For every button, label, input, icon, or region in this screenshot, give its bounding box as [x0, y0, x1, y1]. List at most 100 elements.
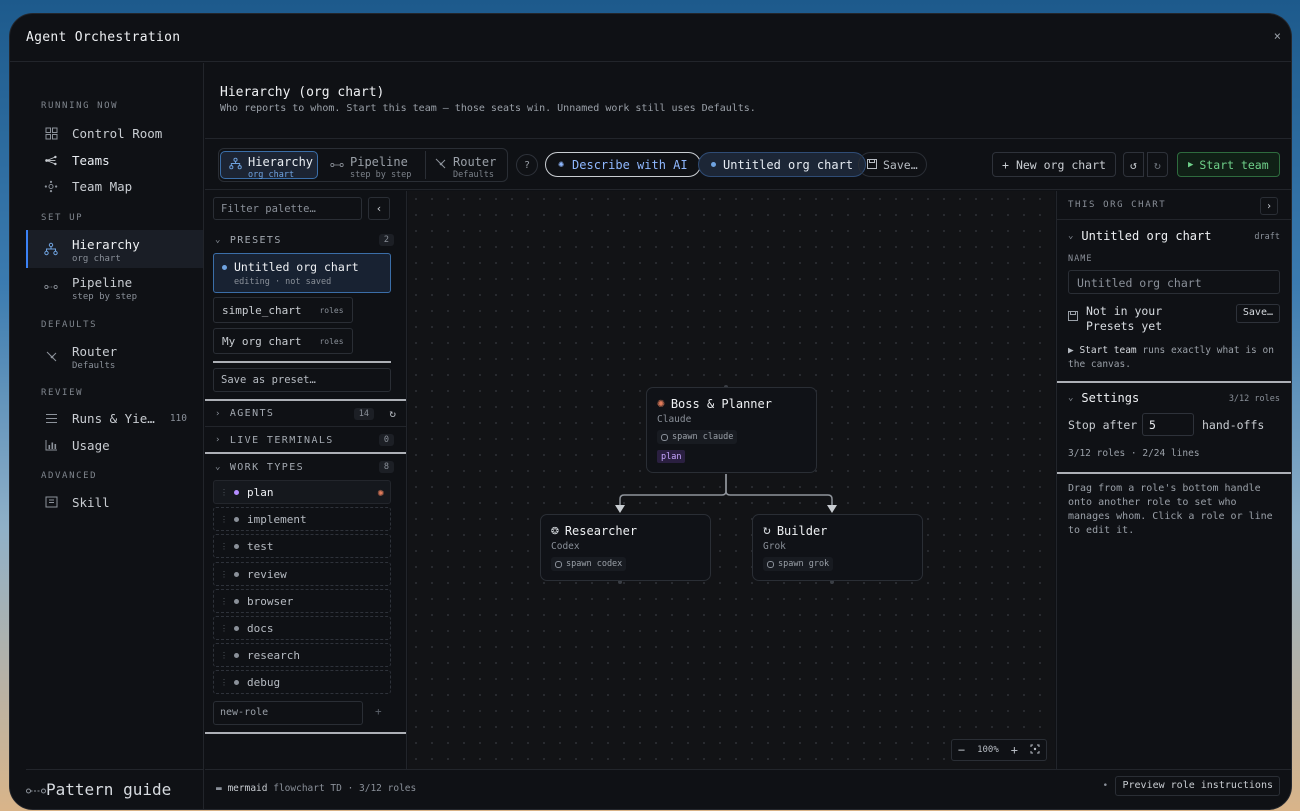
- refresh-icon[interactable]: ↻: [389, 407, 396, 420]
- presets-header[interactable]: ⌄ PRESETS 2: [205, 227, 406, 253]
- edge-arrow: [827, 505, 837, 513]
- sidebar-item-skill[interactable]: Skill: [26, 489, 203, 515]
- work-type-item[interactable]: ⋮ browser: [213, 589, 391, 613]
- work-type-label: browser: [247, 594, 294, 608]
- work-type-item[interactable]: ⋮ test: [213, 534, 391, 558]
- settings-section-header[interactable]: ⌄ Settings: [1068, 391, 1139, 405]
- tab-sublabel: org chart: [248, 169, 295, 180]
- drag-handle-icon[interactable]: ⋮: [220, 542, 228, 551]
- window-title: Agent Orchestration: [26, 30, 181, 45]
- chart-section-header[interactable]: ⌄ Untitled org chart: [1068, 229, 1211, 243]
- flow-label: flowchart TD · 3/12 roles: [273, 783, 417, 794]
- drag-handle-icon[interactable]: ⋮: [220, 488, 228, 497]
- sidebar-item-pipeline[interactable]: Pipeline step by step: [26, 269, 203, 305]
- status-dot: [234, 516, 239, 522]
- role-node-researcher[interactable]: ❂ Researcher Codex spawn codex: [540, 514, 711, 581]
- stop-after-input[interactable]: 5: [1142, 413, 1194, 436]
- zoom-out-button[interactable]: −: [952, 743, 971, 757]
- save-as-preset-button[interactable]: Save as preset…: [213, 368, 391, 392]
- help-button[interactable]: ?: [516, 154, 538, 176]
- pattern-guide-button[interactable]: Pattern guide: [26, 769, 203, 809]
- mode-switcher: Hierarchy org chart Pipeline step by ste…: [218, 148, 508, 182]
- role-node-builder[interactable]: ↻ Builder Grok spawn grok: [752, 514, 923, 581]
- work-type-label: research: [247, 648, 300, 662]
- new-role-input[interactable]: new-role: [213, 701, 363, 725]
- panel-save-button[interactable]: Save…: [1235, 304, 1280, 323]
- new-chart-label: New org chart: [1015, 157, 1106, 172]
- section-advanced: ADVANCED: [41, 471, 98, 481]
- close-icon[interactable]: ×: [1274, 29, 1281, 43]
- filter-palette-input[interactable]: Filter palette…: [213, 197, 362, 220]
- save-button[interactable]: Save…: [858, 152, 927, 177]
- claude-spark-icon: ✺: [377, 485, 384, 499]
- sidebar-item-teams[interactable]: Teams: [26, 147, 203, 173]
- preset-name: Untitled org chart: [234, 260, 359, 274]
- chart-name-label: Untitled org chart: [723, 157, 854, 172]
- edge-arrow: [615, 505, 625, 513]
- work-type-item[interactable]: ⋮ review: [213, 562, 391, 586]
- zoom-level: 100%: [977, 745, 999, 755]
- collapse-panel-button[interactable]: ›: [1260, 197, 1278, 215]
- status-dot: [234, 652, 239, 658]
- work-type-item[interactable]: ⋮ debug: [213, 670, 391, 694]
- pipeline-icon: [44, 280, 58, 294]
- org-chart-canvas[interactable]: ✺ Boss & Planner Claude spawn claude plan…: [408, 191, 1055, 769]
- live-terminals-header[interactable]: › LIVE TERMINALS 0: [205, 427, 406, 453]
- sidebar-item-router[interactable]: Router Defaults: [26, 338, 203, 374]
- preset-item[interactable]: simple_chart roles: [213, 297, 353, 323]
- redo-icon[interactable]: ↻: [1147, 152, 1168, 177]
- sidebar-item-team-map[interactable]: Team Map: [26, 173, 203, 199]
- drag-handle-icon[interactable]: ⋮: [220, 597, 228, 606]
- name-label: NAME: [1068, 254, 1093, 264]
- drag-handle-icon[interactable]: ⋮: [220, 515, 228, 524]
- work-types-header[interactable]: ⌄ WORK TYPES 8: [205, 454, 406, 480]
- work-type-item[interactable]: ⋮ implement: [213, 507, 391, 531]
- settings-roles-count: 3/12 roles: [1228, 394, 1280, 404]
- describe-with-ai-button[interactable]: ✺ Describe with AI: [545, 152, 701, 177]
- undo-icon[interactable]: ↺: [1123, 152, 1144, 177]
- palette-panel: Filter palette… ‹ ⌄ PRESETS 2 Untitled o…: [205, 191, 407, 769]
- hierarchy-icon: [229, 157, 242, 173]
- work-type-tag: plan: [657, 450, 686, 463]
- work-type-item[interactable]: ⋮ research: [213, 643, 391, 667]
- drag-handle-icon[interactable]: ⋮: [220, 678, 228, 687]
- tab-hierarchy[interactable]: Hierarchy org chart: [220, 151, 318, 180]
- divider: [213, 361, 391, 363]
- chart-name-pill[interactable]: Untitled org chart: [698, 152, 867, 177]
- status-dot: [234, 543, 239, 549]
- zoom-in-button[interactable]: +: [1005, 743, 1024, 757]
- sidebar-item-runs[interactable]: Runs & Yie… 110: [26, 405, 203, 431]
- tab-router[interactable]: Router Defaults: [425, 151, 505, 180]
- sidebar-item-hierarchy[interactable]: Hierarchy org chart: [26, 230, 203, 268]
- drag-handle-icon[interactable]: ⋮: [220, 651, 228, 660]
- drag-handle-icon[interactable]: ⋮: [220, 570, 228, 579]
- save-icon: [867, 158, 877, 172]
- drag-handle-icon[interactable]: ⋮: [220, 624, 228, 633]
- start-team-button[interactable]: ▶ Start team: [1177, 152, 1280, 177]
- sidebar-item-label: Pipeline: [72, 275, 133, 290]
- agents-header[interactable]: › AGENTS 14 ↻: [205, 401, 406, 427]
- work-type-item[interactable]: ⋮ docs: [213, 616, 391, 640]
- preset-tag: roles: [319, 336, 344, 346]
- work-type-item[interactable]: ⋮ plan ✺: [213, 480, 391, 504]
- collapse-palette-button[interactable]: ‹: [368, 197, 390, 220]
- chart-name-input[interactable]: Untitled org chart: [1068, 270, 1280, 294]
- fit-view-icon[interactable]: [1024, 744, 1046, 757]
- section-set-up: SET UP: [41, 213, 84, 223]
- preview-role-instructions-button[interactable]: Preview role instructions: [1115, 776, 1280, 796]
- preset-status: editing · not saved: [234, 277, 332, 287]
- role-node-boss[interactable]: ✺ Boss & Planner Claude spawn claude plan: [646, 387, 817, 473]
- not-saved-text: Not in your Presets yet: [1086, 304, 1163, 333]
- page-subtitle: Who reports to whom. Start this team — t…: [220, 103, 756, 114]
- openai-icon: ❂: [551, 523, 559, 538]
- sidebar-item-label: Usage: [72, 437, 110, 453]
- preset-item[interactable]: My org chart roles: [213, 328, 353, 354]
- preset-active[interactable]: Untitled org chart editing · not saved: [213, 253, 391, 293]
- new-org-chart-button[interactable]: + New org chart: [992, 152, 1116, 177]
- claude-spark-icon: ✺: [657, 396, 665, 411]
- add-role-button[interactable]: +: [375, 705, 382, 718]
- sidebar-item-control-room[interactable]: Control Room: [26, 120, 203, 146]
- spawn-badge: spawn grok: [763, 557, 834, 571]
- tab-pipeline[interactable]: Pipeline step by step: [322, 151, 417, 180]
- sidebar-item-usage[interactable]: Usage: [26, 432, 203, 458]
